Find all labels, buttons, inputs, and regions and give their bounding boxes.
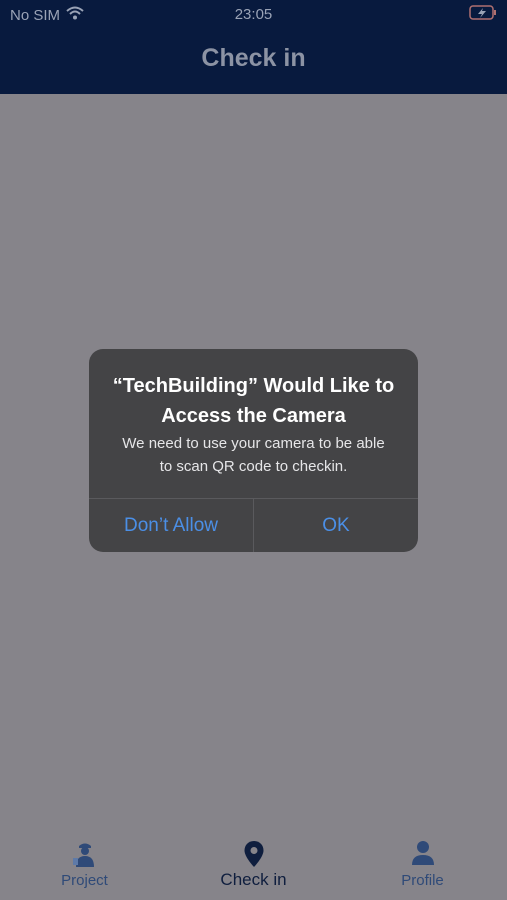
alert-title-line-1: “TechBuilding” Would Like to xyxy=(112,375,395,397)
tab-bar: Project Check in Profile xyxy=(0,810,507,900)
tab-project[interactable]: Project xyxy=(0,810,169,900)
person-icon xyxy=(411,840,435,871)
location-pin-icon xyxy=(243,840,265,873)
camera-permission-alert: “TechBuilding” Would Like to Access the … xyxy=(89,349,418,552)
alert-message: We need to use your camera to be able to… xyxy=(99,432,408,478)
tab-profile[interactable]: Profile xyxy=(338,810,507,900)
alert-title-line-2: Access the Camera xyxy=(161,405,346,427)
clock: 23:05 xyxy=(234,6,273,23)
navigation-bar: Check in xyxy=(0,28,507,94)
tab-check-in-label: Check in xyxy=(220,870,287,889)
tab-profile-label: Profile xyxy=(401,872,444,889)
dont-allow-button[interactable]: Don’t Allow xyxy=(89,499,253,552)
battery-icon xyxy=(469,5,497,25)
page-title: Check in xyxy=(201,44,306,72)
alert-message-line-2: to scan QR code to checkin. xyxy=(159,458,348,475)
alert-message-line-1: We need to use your camera to be able xyxy=(122,435,385,452)
tab-check-in[interactable]: Check in xyxy=(169,810,338,900)
tab-project-label: Project xyxy=(61,872,108,889)
status-bar: No SIM 23:05 xyxy=(0,0,507,28)
project-worker-icon xyxy=(71,840,99,873)
ok-button[interactable]: OK xyxy=(254,499,418,552)
alert-title: “TechBuilding” Would Like to Access the … xyxy=(99,371,408,431)
alert-button-row: Don’t Allow OK xyxy=(89,498,418,552)
